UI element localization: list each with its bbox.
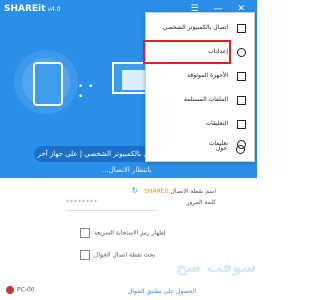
folder-icon <box>237 96 246 105</box>
menu-item-about[interactable]: حول <box>145 138 253 158</box>
password-underline <box>66 210 156 211</box>
waiting-status: ...بانتظار الاتصال <box>102 166 152 174</box>
info-icon <box>236 145 245 154</box>
password-label: كلمة المرور <box>186 199 216 206</box>
menu-item-label: التعليقات <box>205 120 228 127</box>
watermark-logo: سوفت صح <box>176 258 257 276</box>
show-qr-label: إظهار رمز الاستجابة السريعة <box>94 229 166 237</box>
menu-item-label: حول <box>215 145 227 152</box>
phone-illustration-icon <box>33 62 63 106</box>
device-info: PC-00 <box>6 286 35 294</box>
password-value: ******** <box>66 199 98 206</box>
avatar <box>6 286 14 294</box>
search-hotspot-label: بحث نقطة اتصال الجوال <box>94 251 156 259</box>
settings-highlight-box <box>143 40 231 64</box>
settings-icon <box>237 48 246 57</box>
menu-item-trusted-devices[interactable]: الأجهزة الموثوقة <box>146 65 254 89</box>
hotspot-label: اسم نقطة الاتصال <box>170 188 217 195</box>
menu-item-received-files[interactable]: الملفات المستلمة <box>146 89 254 113</box>
hotspot-row: ↻ SHAREit اسم نقطة الاتصال <box>26 186 216 195</box>
app-logo: SHAREit v4.0 <box>4 4 61 14</box>
refresh-icon[interactable]: ↻ <box>132 186 139 195</box>
menu-item-connect-pc[interactable]: اتصال بالكمبيوتر الشخصي <box>146 17 254 41</box>
monitor-icon <box>237 24 246 33</box>
get-mobile-app-link[interactable]: الحصول على تطبيق الجوال <box>128 288 196 295</box>
menu-item-label: الأجهزة الموثوقة <box>187 72 228 79</box>
qr-code-icon <box>80 228 90 238</box>
shield-icon <box>237 72 246 81</box>
device-name: PC-00 <box>17 286 35 294</box>
menu-item-label: اتصال بالكمبيوتر الشخصي <box>162 24 228 31</box>
hotspot-value: SHAREit <box>144 188 169 195</box>
show-qr-button[interactable]: إظهار رمز الاستجابة السريعة <box>80 228 210 238</box>
phone-search-icon <box>80 250 90 260</box>
transfer-dots: • • • <box>78 82 95 102</box>
feedback-icon <box>237 120 246 129</box>
menu-item-label: الملفات المستلمة <box>183 96 228 103</box>
app-version: v4.0 <box>47 6 61 13</box>
